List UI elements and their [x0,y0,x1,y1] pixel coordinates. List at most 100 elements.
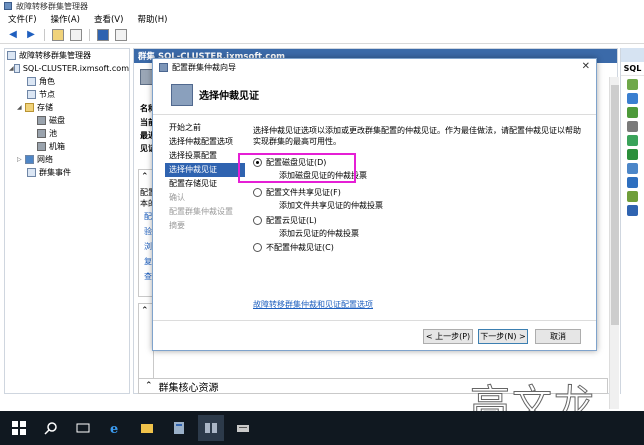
taskbar-ie[interactable]: e [102,415,128,441]
step-configure-settings: 配置群集仲裁设置 [169,207,233,216]
actions-pane: SQL [620,48,644,394]
help-icon[interactable] [627,205,638,216]
radio-fileshare-witness[interactable] [253,188,262,197]
storage-app-icon [237,425,249,432]
forward-arrow-icon[interactable]: ▶ [24,28,38,42]
menu-file[interactable]: 文件(F) [8,13,37,25]
dialog-titlebar: 配置群集仲裁向导 [153,59,596,75]
validate-icon[interactable] [627,93,638,104]
menu-action[interactable]: 操作(A) [51,13,80,25]
tree-item-roles[interactable]: 角色 [5,75,129,88]
core-resources-title: 群集核心资源 [158,382,219,394]
show-hide-tree-icon[interactable] [69,28,83,42]
toolbar: ◀ ▶ [0,26,644,44]
radio-no-witness[interactable] [253,243,262,252]
windows-taskbar: e [0,411,644,445]
tree-item-events[interactable]: 群集事件 [5,166,129,179]
toolbar-divider [89,28,90,41]
toolbar-divider [44,28,45,41]
pool-icon [37,129,46,138]
properties-icon[interactable] [114,28,128,42]
menu-bar: 文件(F) 操作(A) 查看(V) 帮助(H) [0,12,644,26]
center-scrollbar[interactable] [609,77,619,409]
close-connection-icon[interactable] [627,121,638,132]
tree-cluster[interactable]: ◢ SQL-CLUSTER.ixmsoft.com [5,62,129,75]
properties-icon[interactable] [627,191,638,202]
option-fileshare-witness-sub: 添加文件共享见证的仲裁投票 [279,201,383,210]
tree-item-networks[interactable]: ▷ 网络 [5,153,129,166]
option-no-witness-label: 不配置仲裁见证(C) [266,243,334,252]
roles-icon [27,77,36,86]
dialog-header: 选择仲裁见证 [153,75,596,115]
step-storage-witness[interactable]: 配置存储见证 [165,177,245,191]
step-summary: 摘要 [169,221,185,230]
copy-link[interactable]: 复 [144,256,152,267]
storage-folder-icon [25,103,34,112]
taskbar-server-manager[interactable] [166,415,192,441]
quorum-options-link[interactable]: 故障转移群集仲裁和见证配置选项 [253,299,373,310]
radio-cloud-witness[interactable] [253,216,262,225]
actions-pane-header [621,48,644,62]
wizard-steps: 开始之前 选择仲裁配置选项 选择投票配置 选择仲裁见证 配置存储见证 确认 配置… [165,121,245,233]
step-before-begin[interactable]: 开始之前 [165,121,245,135]
step-quorum-option[interactable]: 选择仲裁配置选项 [165,135,245,149]
option-fileshare-witness[interactable]: 配置文件共享见证(F) 添加文件共享见证的仲裁投票 [253,187,383,211]
navigation-tree: 故障转移群集管理器 ◢ SQL-CLUSTER.ixmsoft.com 角色 节… [4,48,130,394]
browse-link[interactable]: 浏 [144,241,152,252]
view-link[interactable]: 查 [144,271,152,282]
dialog-page-title: 选择仲裁见证 [199,91,259,102]
chevron-right-icon[interactable]: ▷ [17,156,25,163]
internet-explorer-icon: e [110,422,118,435]
tree-root[interactable]: 故障转移群集管理器 [5,49,129,62]
option-fileshare-witness-label: 配置文件共享见证(F) [266,188,341,197]
svg-text:e: e [110,422,118,435]
tree-item-storage[interactable]: ◢ 存储 [5,101,129,114]
tree-item-disks[interactable]: 磁盘 [5,114,129,127]
tree-item-pools[interactable]: 池 [5,127,129,140]
disk-icon [37,116,46,125]
menu-view[interactable]: 查看(V) [94,13,123,25]
previous-button[interactable]: < 上一步(P) [423,329,473,344]
events-icon [27,168,36,177]
help-icon[interactable] [96,28,110,42]
refresh-icon[interactable] [627,177,638,188]
cancel-button[interactable]: 取消 [535,329,581,344]
tree-item-nodes[interactable]: 节点 [5,88,129,101]
reset-events-icon[interactable] [627,135,638,146]
start-button[interactable] [6,415,32,441]
option-cloud-witness[interactable]: 配置云见证(L) 添加云见证的仲裁投票 [253,215,359,239]
search-icon [44,422,57,435]
more-actions-icon[interactable] [627,149,638,160]
taskbar-file-explorer[interactable] [134,415,160,441]
window-titlebar: 故障转移群集管理器 [0,0,644,12]
next-button[interactable]: 下一步(N) > [478,329,528,344]
quorum-witness-icon [171,83,193,106]
view-icon[interactable] [627,163,638,174]
back-arrow-icon[interactable]: ◀ [6,28,20,42]
add-node-icon[interactable] [627,107,638,118]
chevron-down-icon[interactable]: ◢ [17,104,25,111]
window-title: 故障转移群集管理器 [16,1,88,11]
selection-highlight-box [238,153,356,183]
task-view-icon [76,423,90,433]
actions-cluster-label: SQL [621,62,644,76]
close-icon[interactable]: ✕ [582,61,590,72]
configure-role-icon[interactable] [627,79,638,90]
network-icon [25,155,34,164]
enclosure-icon [37,142,46,151]
step-select-witness[interactable]: 选择仲裁见证 [165,163,245,177]
search-button[interactable] [38,415,64,441]
up-folder-icon[interactable] [51,28,65,42]
dialog-description: 选择仲裁见证选项以添加或更改群集配置的仲裁见证。作为最佳做法，请配置仲裁见证以帮… [253,126,581,146]
menu-help[interactable]: 帮助(H) [137,13,167,25]
step-voting-config[interactable]: 选择投票配置 [165,149,245,163]
taskbar-app[interactable] [230,415,256,441]
chevron-up-icon[interactable]: ⌃ [145,381,153,391]
tree-item-enclosures[interactable]: 机箱 [5,140,129,153]
taskbar-failover-cluster[interactable] [198,415,224,441]
task-view-button[interactable] [70,415,96,441]
validate-link[interactable]: 验 [144,226,152,237]
option-no-witness[interactable]: 不配置仲裁见证(C) [253,242,334,253]
configure-link[interactable]: 配 [144,211,152,222]
cluster-manager-icon [7,51,16,60]
